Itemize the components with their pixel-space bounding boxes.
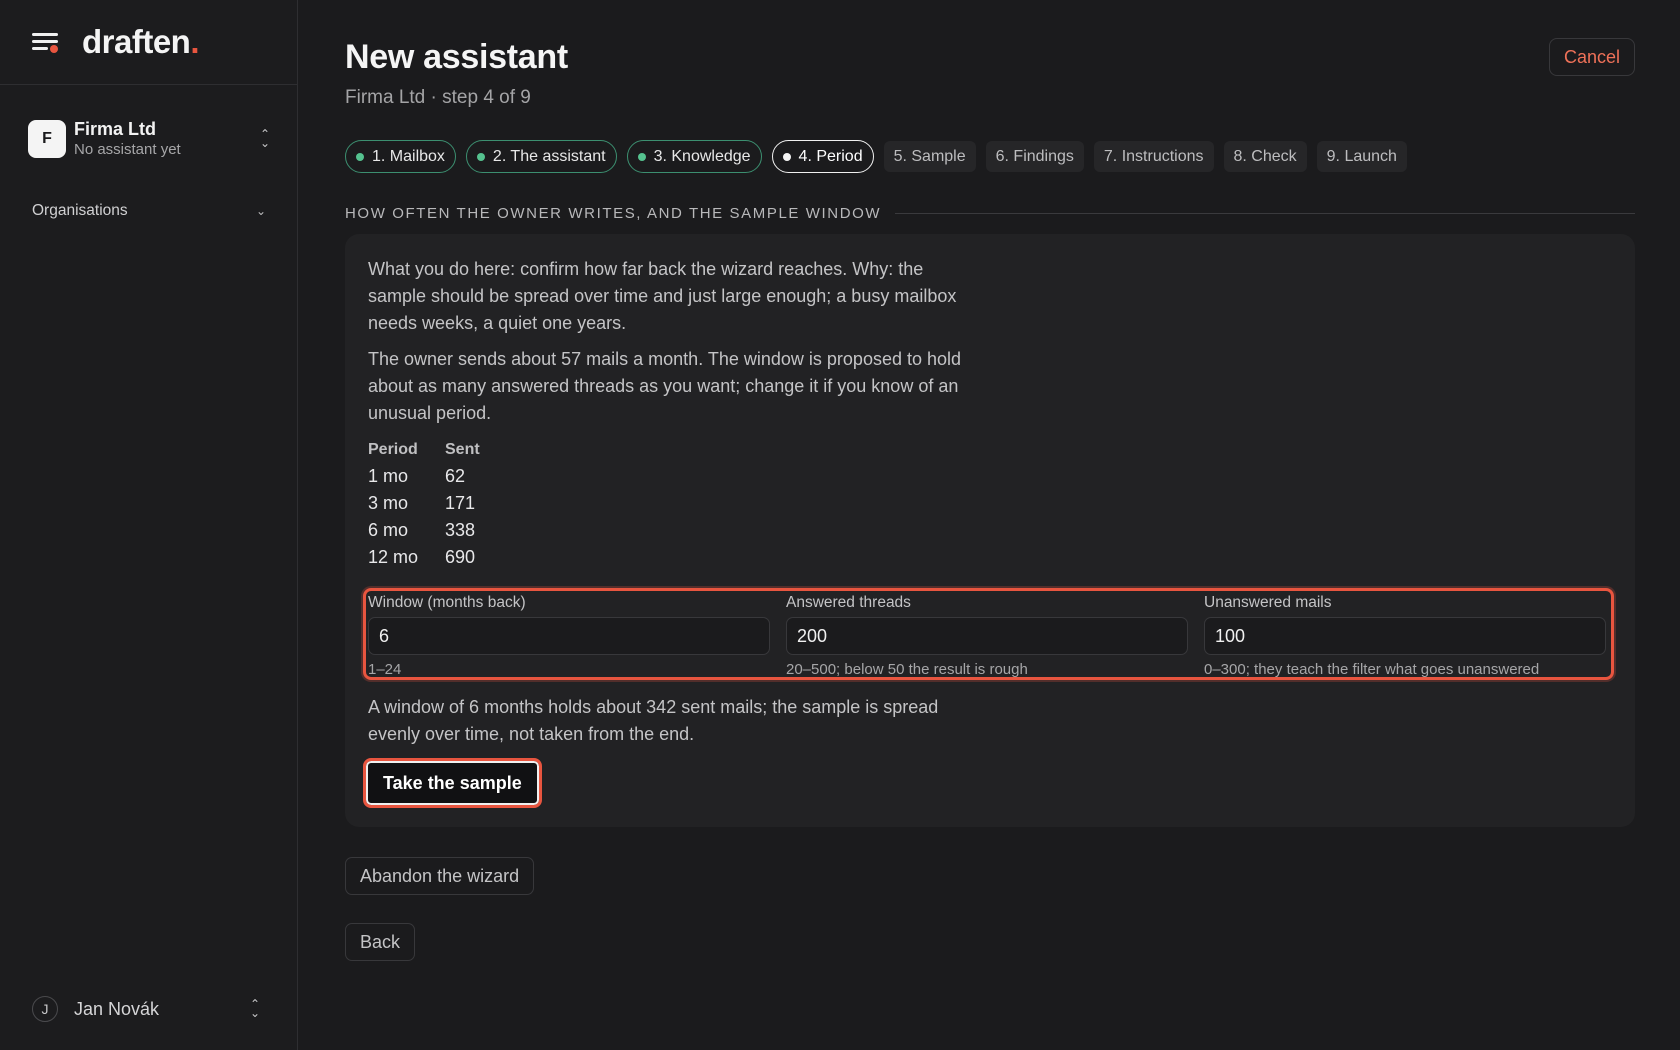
period-cell: 1 mo — [368, 466, 409, 486]
step-label: 1. Mailbox — [372, 147, 445, 165]
user-menu[interactable]: J Jan Novák ⌃ ⌄ — [32, 995, 266, 1023]
step-6[interactable]: 6. Findings — [985, 141, 1084, 172]
step-2[interactable]: 2. The assistant — [465, 140, 617, 173]
column-header-period: Period — [368, 441, 418, 458]
column-header-sent: Sent — [445, 441, 480, 458]
window-hint: 1–24 — [368, 661, 402, 678]
answered-label: Answered threads — [786, 594, 911, 611]
step-7[interactable]: 7. Instructions — [1093, 141, 1214, 172]
org-name: Firma Ltd — [74, 119, 157, 139]
step-label: 9. Launch — [1326, 147, 1397, 165]
chevron-down-icon: ⌄ — [255, 204, 266, 218]
answered-threads-input[interactable] — [786, 617, 1188, 655]
step-label: 3. Knowledge — [653, 147, 751, 165]
user-name: Jan Novák — [74, 998, 160, 1019]
table-row: 12 mo 690 — [368, 544, 505, 571]
sample-settings-group: Window (months back) 1–24 Answered threa… — [363, 588, 1614, 680]
user-avatar: J — [32, 996, 58, 1022]
sent-cell: 338 — [445, 520, 476, 540]
sent-cell: 171 — [445, 493, 476, 513]
step-label: 4. Period — [798, 147, 863, 165]
summary-text: A window of 6 months holds about 342 sen… — [368, 697, 939, 744]
unanswered-hint: 0–300; they teach the filter what goes u… — [1204, 661, 1540, 678]
section-title: HOW OFTEN THE OWNER WRITES, AND THE SAMP… — [345, 204, 882, 222]
sidebar: draften. F Firma Ltd No assistant yet ⌃ ⌄… — [0, 0, 298, 1050]
step-8[interactable]: 8. Check — [1223, 141, 1307, 172]
logo: draften. — [82, 23, 199, 61]
step-done-dot-icon — [356, 152, 364, 161]
cancel-button[interactable]: Cancel — [1548, 38, 1635, 76]
wizard-steps: 1. Mailbox 2. The assistant 3. Knowledge 4.… — [345, 140, 1407, 173]
table-row: 6 mo 338 — [368, 517, 505, 544]
step-5[interactable]: 5. Sample — [883, 141, 976, 172]
step-label: 8. Check — [1233, 147, 1297, 165]
sent-table: Period Sent 1 mo 62 3 mo 171 6 mo 338 12… — [368, 441, 505, 571]
sent-cell: 690 — [445, 547, 476, 567]
step-label: 5. Sample — [893, 147, 966, 165]
back-button[interactable]: Back — [345, 923, 416, 961]
sent-cell: 62 — [445, 466, 466, 486]
chevron-up-down-icon: ⌃ ⌄ — [259, 127, 271, 150]
step-label: 2. The assistant — [492, 147, 606, 165]
step-label: 6. Findings — [995, 147, 1074, 165]
table-row: 3 mo 171 — [368, 490, 505, 517]
window-label: Window (months back) — [368, 594, 526, 611]
org-switcher[interactable]: F Firma Ltd No assistant yet ⌃ ⌄ — [28, 117, 276, 161]
section-divider — [895, 212, 1635, 214]
logo-dot: . — [190, 23, 200, 60]
answered-hint: 20–500; below 50 the result is rough — [786, 661, 1028, 678]
unanswered-mails-input[interactable] — [1204, 617, 1606, 655]
page-subtitle: Firma Ltd · step 4 of 9 — [345, 87, 531, 108]
intro-text: What you do here: confirm how far back t… — [368, 259, 957, 333]
period-cell: 3 mo — [368, 493, 409, 513]
step-1[interactable]: 1. Mailbox — [345, 140, 456, 173]
step-9[interactable]: 9. Launch — [1316, 141, 1407, 172]
step-current-dot-icon — [782, 152, 791, 161]
org-text: Firma Ltd No assistant yet — [74, 118, 258, 160]
organisations-label: Organisations — [32, 202, 128, 219]
sidebar-item-organisations[interactable]: Organisations ⌄ — [32, 199, 266, 223]
unanswered-label: Unanswered mails — [1204, 594, 1332, 611]
period-cell: 6 mo — [368, 520, 409, 540]
main-content: New assistant Firma Ltd · step 4 of 9 Ca… — [345, 0, 1635, 1050]
chevron-up-down-icon: ⌃ ⌄ — [249, 997, 261, 1020]
take-sample-button[interactable]: Take the sample — [363, 758, 542, 808]
section-header: HOW OFTEN THE OWNER WRITES, AND THE SAMP… — [345, 203, 1635, 223]
table-row: 1 mo 62 — [368, 463, 505, 490]
explanation-text: The owner sends about 57 mails a month. … — [368, 349, 962, 423]
org-avatar: F — [28, 120, 66, 158]
org-subtitle: No assistant yet — [74, 141, 181, 158]
step-label: 7. Instructions — [1103, 147, 1204, 165]
step-done-dot-icon — [637, 152, 646, 161]
window-months-input[interactable] — [368, 617, 770, 655]
table-header: Period Sent — [368, 441, 505, 463]
step-4[interactable]: 4. Period — [771, 140, 874, 173]
menu-icon[interactable] — [32, 30, 60, 54]
logo-text: draften — [82, 23, 191, 60]
period-cell: 12 mo — [368, 547, 419, 567]
step-done-dot-icon — [476, 152, 485, 161]
abandon-wizard-button[interactable]: Abandon the wizard — [345, 857, 535, 895]
step-3[interactable]: 3. Knowledge — [626, 140, 762, 173]
period-panel: What you do here: confirm how far back t… — [345, 234, 1635, 827]
page-title: New assistant — [345, 38, 568, 76]
brand-bar: draften. — [0, 0, 297, 85]
